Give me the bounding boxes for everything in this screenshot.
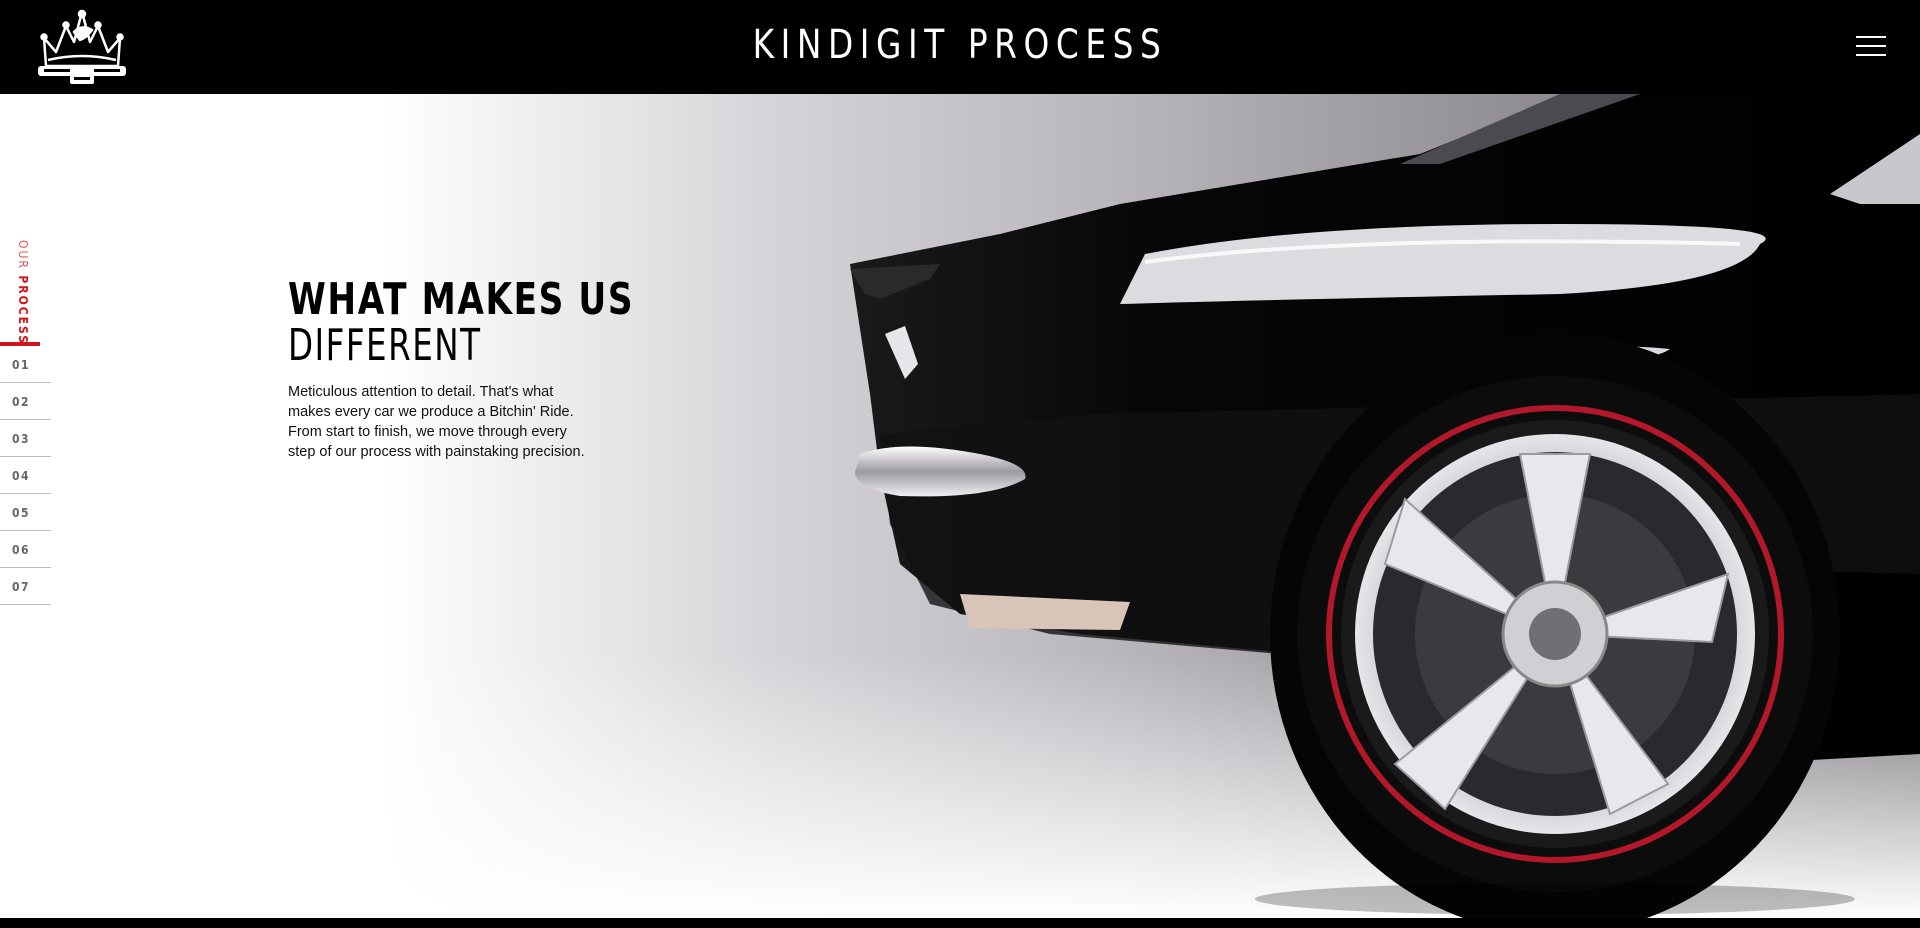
heading-light: DIFFERENT bbox=[288, 320, 482, 371]
step-link-02[interactable]: 02 bbox=[0, 383, 51, 420]
hero-section bbox=[0, 94, 1920, 918]
step-link-04[interactable]: 04 bbox=[0, 457, 51, 494]
site-header: KINDIGIT PROCESS bbox=[0, 0, 1920, 94]
intro-description: Meticulous attention to detail. That's w… bbox=[288, 384, 585, 460]
step-link-01[interactable]: 01 bbox=[0, 346, 51, 383]
step-link-06[interactable]: 06 bbox=[0, 531, 51, 568]
page-title: KINDIGIT PROCESS bbox=[752, 22, 1168, 68]
hamburger-menu-icon[interactable] bbox=[1856, 36, 1886, 58]
step-link-03[interactable]: 03 bbox=[0, 420, 51, 457]
intro-content: WHAT MAKES US DIFFERENT Meticulous atten… bbox=[288, 274, 635, 462]
side-label-light: OUR bbox=[16, 240, 30, 270]
our-process-label: OUR PROCESS bbox=[16, 240, 32, 345]
bottom-bar bbox=[0, 918, 1920, 928]
heading-bold: WHAT MAKES US bbox=[288, 274, 635, 325]
step-link-07[interactable]: 07 bbox=[0, 568, 51, 605]
process-step-nav: 01 02 03 04 05 06 07 bbox=[0, 346, 51, 605]
step-link-05[interactable]: 05 bbox=[0, 494, 51, 531]
crown-logo-icon[interactable] bbox=[34, 8, 130, 86]
black-classic-car-rear-wheel-image bbox=[0, 94, 1920, 918]
side-label-bold: PROCESS bbox=[16, 275, 30, 346]
